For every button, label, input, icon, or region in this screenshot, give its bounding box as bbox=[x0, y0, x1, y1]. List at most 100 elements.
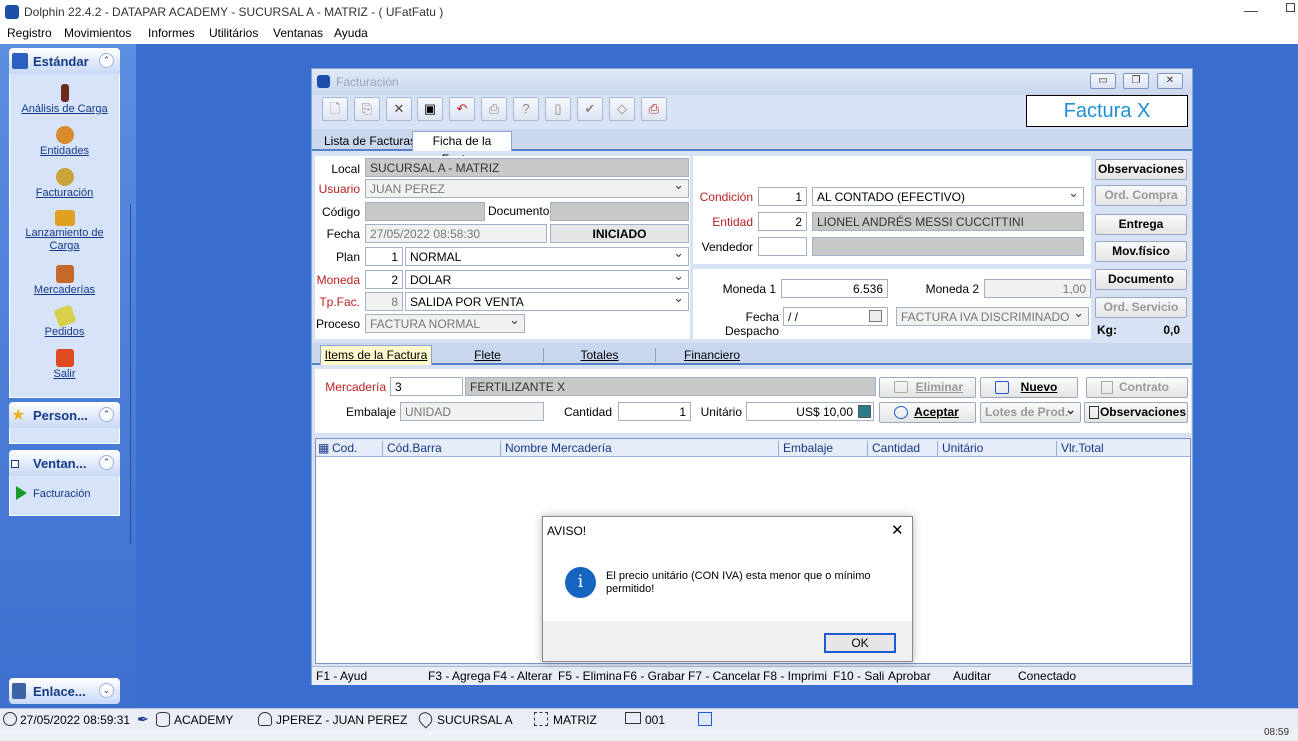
tab-flete[interactable]: Flete bbox=[432, 348, 544, 362]
menu-utilitarios[interactable]: Utilitários bbox=[209, 26, 258, 40]
panel-personal-header[interactable]: ★ Person... ⌃ bbox=[9, 402, 120, 428]
panel-links-header[interactable]: Enlace... ⌄ bbox=[9, 678, 120, 704]
fkey-f1[interactable]: F1 - Ayud bbox=[316, 669, 372, 683]
tab-ficha-factura[interactable]: Ficha de la Factura bbox=[412, 131, 512, 166]
eliminar-button[interactable]: Eliminar bbox=[879, 377, 976, 398]
delete-icon[interactable]: ✕ bbox=[386, 97, 412, 121]
menu-ayuda[interactable]: Ayuda bbox=[334, 26, 368, 40]
calendar-icon[interactable] bbox=[869, 310, 882, 322]
plan-select[interactable]: NORMAL bbox=[405, 247, 689, 266]
print-icon[interactable]: ⎙ bbox=[481, 97, 507, 121]
col-embalaje[interactable]: Embalaje bbox=[778, 441, 867, 457]
info-status-icon[interactable] bbox=[698, 712, 712, 726]
status-db: ACADEMY bbox=[174, 713, 234, 727]
undo-icon[interactable]: ↶ bbox=[449, 97, 475, 121]
tab-items[interactable]: Items de la Factura bbox=[320, 345, 432, 365]
collapse-icon[interactable]: ⌃ bbox=[99, 53, 114, 68]
tab-financiero[interactable]: Financiero bbox=[656, 348, 768, 362]
ord-servicio-button[interactable]: Ord. Servicio bbox=[1095, 297, 1187, 318]
sidebar-item-analisis[interactable]: Análisis de Carga bbox=[10, 84, 119, 126]
mercaderia-code-input[interactable]: 3 bbox=[390, 377, 463, 396]
mov-fisico-button[interactable]: Mov.físico bbox=[1095, 241, 1187, 262]
tab-totales[interactable]: Totales bbox=[544, 348, 656, 362]
fkey-auditar[interactable]: Auditar bbox=[953, 669, 1013, 683]
window-restore-button[interactable]: ❐ bbox=[1123, 73, 1149, 89]
observaciones-button[interactable]: Observaciones bbox=[1095, 159, 1187, 180]
panel-standard-header[interactable]: Estándar ⌃ bbox=[9, 48, 120, 74]
window-close-button[interactable]: ✕ bbox=[1157, 73, 1183, 89]
fkey-f8[interactable]: F8 - Imprimi bbox=[763, 669, 831, 683]
check-icon[interactable]: ✔ bbox=[577, 97, 603, 121]
menu-movimientos[interactable]: Movimientos bbox=[64, 26, 131, 40]
vendedor-code-input[interactable] bbox=[758, 237, 807, 256]
col-unitario[interactable]: Unitário bbox=[937, 441, 1056, 457]
lotes-button[interactable]: Lotes de Prod. bbox=[980, 400, 1081, 423]
menu-informes[interactable]: Informes bbox=[148, 26, 195, 40]
tpfac-select[interactable]: SALIDA POR VENTA bbox=[405, 292, 689, 311]
plan-code-input[interactable]: 1 bbox=[365, 247, 403, 266]
moneda2-input[interactable]: 1,00 bbox=[984, 279, 1091, 298]
help-icon[interactable]: ? bbox=[513, 97, 539, 121]
moneda-select[interactable]: DOLAR bbox=[405, 270, 689, 289]
grid-settings-icon[interactable]: ▦ bbox=[316, 441, 329, 457]
calculator-icon[interactable] bbox=[858, 405, 871, 418]
sidebar-item-facturacion[interactable]: Facturación bbox=[10, 168, 119, 210]
unitario-input[interactable]: US$ 10,00 bbox=[746, 402, 874, 421]
sidebar-item-lanzamiento[interactable]: Lanzamiento de Carga bbox=[10, 210, 119, 265]
menu-ventanas[interactable]: Ventanas bbox=[273, 26, 323, 40]
usuario-select[interactable]: JUAN PEREZ bbox=[365, 179, 689, 198]
collapse-icon[interactable]: ⌃ bbox=[99, 455, 114, 470]
dialog-ok-button[interactable]: OK bbox=[824, 633, 896, 653]
condicion-code-input[interactable]: 1 bbox=[758, 187, 807, 206]
windows-item-facturacion[interactable]: Facturación bbox=[33, 488, 90, 500]
col-vlr-total[interactable]: Vlr.Total bbox=[1056, 441, 1190, 457]
col-nombre[interactable]: Nombre Mercadería bbox=[500, 441, 778, 457]
ord-compra-button[interactable]: Ord. Compra bbox=[1095, 185, 1187, 206]
col-cod-barra[interactable]: Cód.Barra bbox=[382, 441, 500, 457]
entidad-code-input[interactable]: 2 bbox=[758, 212, 807, 231]
fkey-f10[interactable]: F10 - Salir bbox=[833, 669, 885, 683]
dialog-close-button[interactable]: ✕ bbox=[891, 521, 904, 539]
save-icon[interactable]: ▣ bbox=[417, 97, 443, 121]
item-observaciones-button[interactable]: Observaciones bbox=[1084, 402, 1188, 423]
moneda1-input[interactable]: 6.536 bbox=[781, 279, 888, 298]
tpfac-code-input[interactable]: 8 bbox=[365, 292, 403, 311]
proceso-select[interactable]: FACTURA NORMAL bbox=[365, 314, 525, 333]
factura-tipo-select[interactable]: FACTURA IVA DISCRIMINADO bbox=[896, 307, 1089, 326]
fkey-f6[interactable]: F6 - Grabar bbox=[623, 669, 685, 683]
fkey-f4[interactable]: F4 - Alterar bbox=[493, 669, 555, 683]
entrega-button[interactable]: Entrega bbox=[1095, 214, 1187, 235]
panel-windows-header[interactable]: Ventan... ⌃ bbox=[9, 450, 120, 476]
expand-icon[interactable]: ⌄ bbox=[99, 683, 114, 698]
minimize-icon[interactable]: — bbox=[1244, 2, 1258, 18]
sidebar-item-pedidos[interactable]: Pedidos bbox=[10, 304, 119, 349]
sidebar-item-mercaderias[interactable]: Mercaderías bbox=[10, 265, 119, 307]
fkey-f3[interactable]: F3 - Agrega bbox=[428, 669, 490, 683]
new-document-icon[interactable]: 🗋 bbox=[322, 97, 348, 121]
cantidad-input[interactable]: 1 bbox=[618, 402, 691, 421]
col-cantidad[interactable]: Cantidad bbox=[867, 441, 937, 457]
copy-icon[interactable]: ⎘ bbox=[354, 97, 380, 121]
eraser-icon[interactable]: ◇ bbox=[609, 97, 635, 121]
menu-registro[interactable]: Registro bbox=[7, 26, 52, 40]
cancel-print-icon[interactable]: ⎙ bbox=[641, 97, 667, 121]
tab-lista-facturas[interactable]: Lista de Facturas bbox=[324, 134, 416, 148]
col-cod[interactable]: Cod. bbox=[328, 441, 382, 457]
moneda-code-input[interactable]: 2 bbox=[365, 270, 403, 289]
fkey-aprobar[interactable]: Aprobar bbox=[888, 669, 948, 683]
condicion-select[interactable]: AL CONTADO (EFECTIVO) bbox=[812, 187, 1084, 206]
nuevo-button[interactable]: Nuevo bbox=[980, 377, 1078, 398]
maximize-icon[interactable] bbox=[1286, 3, 1295, 12]
fkey-f7[interactable]: F7 - Cancelar bbox=[688, 669, 760, 683]
contrato-button[interactable]: Contrato bbox=[1086, 377, 1188, 398]
sidebar-item-entidades[interactable]: Entidades bbox=[10, 126, 119, 168]
window-minimize-button[interactable]: ▭ bbox=[1090, 73, 1116, 89]
collapse-icon[interactable]: ⌃ bbox=[99, 407, 114, 422]
documento-button[interactable]: Documento bbox=[1095, 269, 1187, 290]
app-logo-icon bbox=[5, 5, 19, 19]
sidebar-item-salir[interactable]: Salir bbox=[10, 349, 119, 389]
splitter-handle[interactable] bbox=[130, 204, 136, 544]
aceptar-button[interactable]: Aceptar bbox=[879, 402, 976, 423]
fkey-f5[interactable]: F5 - Elimina bbox=[558, 669, 621, 683]
door-icon[interactable]: ▯ bbox=[545, 97, 571, 121]
